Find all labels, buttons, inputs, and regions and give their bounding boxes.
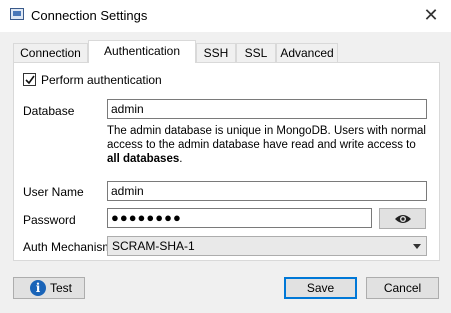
cancel-button[interactable]: Cancel bbox=[366, 277, 439, 299]
tab-advanced[interactable]: Advanced bbox=[276, 43, 338, 62]
test-button[interactable]: i Test bbox=[13, 277, 85, 299]
auth-mechanism-label: Auth Mechanism bbox=[23, 240, 113, 254]
database-label: Database bbox=[23, 104, 75, 118]
info-icon: i bbox=[30, 280, 46, 296]
perform-auth-checkbox[interactable] bbox=[23, 73, 36, 86]
eye-icon bbox=[395, 215, 411, 223]
app-window-icon bbox=[10, 8, 24, 20]
title-bar: Connection Settings ✕ bbox=[0, 0, 451, 32]
username-input[interactable]: admin bbox=[107, 181, 427, 201]
test-button-label: Test bbox=[50, 281, 73, 295]
check-icon bbox=[25, 75, 35, 85]
perform-auth-label: Perform authentication bbox=[41, 73, 162, 87]
tab-connection[interactable]: Connection bbox=[13, 43, 88, 62]
save-button[interactable]: Save bbox=[284, 277, 357, 299]
database-input[interactable]: admin bbox=[107, 99, 427, 119]
database-help-text: The admin database is unique in MongoDB.… bbox=[107, 125, 426, 165]
tab-authentication[interactable]: Authentication bbox=[88, 40, 196, 63]
chevron-down-icon bbox=[413, 244, 421, 249]
window-title: Connection Settings bbox=[31, 8, 148, 23]
tab-ssh[interactable]: SSH bbox=[196, 43, 236, 62]
auth-mechanism-value: SCRAM-SHA-1 bbox=[112, 239, 195, 253]
password-label: Password bbox=[23, 213, 76, 227]
username-label: User Name bbox=[23, 185, 84, 199]
show-password-button[interactable] bbox=[379, 208, 426, 229]
close-icon[interactable]: ✕ bbox=[419, 4, 443, 26]
tab-ssl[interactable]: SSL bbox=[236, 43, 276, 62]
password-input[interactable]: ●●●●●●●● bbox=[107, 208, 372, 228]
auth-mechanism-select[interactable]: SCRAM-SHA-1 bbox=[107, 236, 427, 256]
